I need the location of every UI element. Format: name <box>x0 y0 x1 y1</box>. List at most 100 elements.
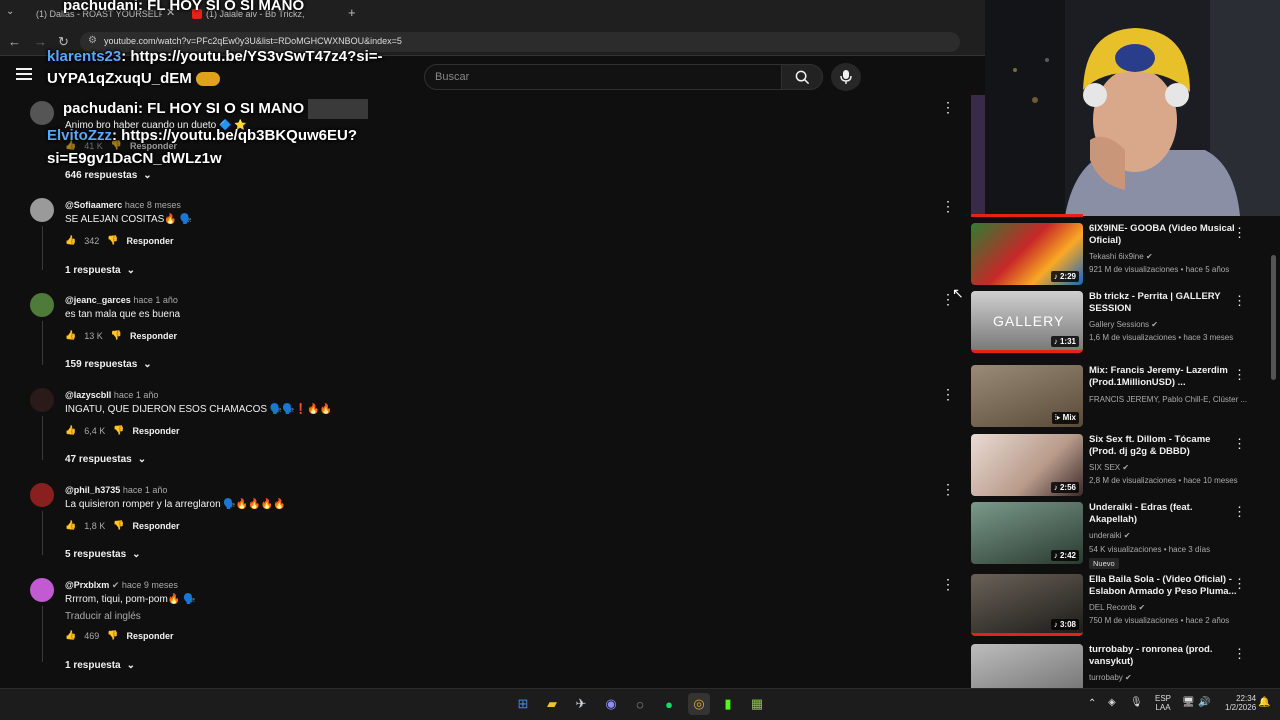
file-explorer-icon[interactable]: ▰ <box>541 693 563 715</box>
video-thumbnail[interactable]: ⫶▸ Mix <box>971 365 1083 427</box>
avatar[interactable] <box>30 101 54 125</box>
comment-author[interactable]: @jeanc_garces <box>65 295 131 305</box>
comment-time[interactable]: hace 1 año <box>123 485 168 495</box>
reply-button[interactable]: Responder <box>132 521 179 531</box>
language-indicator[interactable]: ESP LAA <box>1155 694 1171 712</box>
video-title[interactable]: Six Sex ft. Dillom - Tócame (Prod. dj g2… <box>1089 434 1237 458</box>
dislike-icon[interactable]: 👎 <box>107 630 118 641</box>
related-video[interactable]: turrobaby - ronronea (prod. vansykut) tu… <box>971 644 1271 688</box>
menu-icon[interactable] <box>16 68 32 80</box>
video-title[interactable]: Underaiki - Edras (feat. Akapellah) <box>1089 502 1237 526</box>
video-title[interactable]: Mix: Francis Jeremy- Lazerdim (Prod.1Mil… <box>1089 365 1237 389</box>
video-channel[interactable]: DEL Records ✔ <box>1089 603 1145 612</box>
notification-icon[interactable]: 🔔 <box>1258 697 1270 708</box>
spotify-icon[interactable]: ● <box>658 693 680 715</box>
comment-author[interactable]: @lazyscbll <box>65 390 111 400</box>
related-video[interactable]: ⫶▸ Mix Mix: Francis Jeremy- Lazerdim (Pr… <box>971 365 1271 429</box>
more-options-icon[interactable]: ⋮ <box>1233 367 1246 383</box>
video-thumbnail[interactable]: ♪ 2:56 <box>971 434 1083 496</box>
related-video[interactable]: ♪ 2:56 Six Sex ft. Dillom - Tócame (Prod… <box>971 434 1271 498</box>
discord-icon[interactable]: ◉ <box>600 693 622 715</box>
steam-icon[interactable]: ✈ <box>570 693 592 715</box>
avatar[interactable] <box>30 578 54 602</box>
more-options-icon[interactable]: ⋮ <box>1233 646 1246 662</box>
more-options-icon[interactable]: ⋮ <box>941 386 955 403</box>
reply-button[interactable]: Responder <box>130 331 177 341</box>
forward-arrow-icon[interactable]: → <box>34 34 47 49</box>
video-thumbnail[interactable]: ♪ 3:08 <box>971 574 1083 636</box>
dislike-icon[interactable]: 👎 <box>107 235 118 246</box>
search-input[interactable]: Buscar <box>424 64 782 90</box>
chrome-icon[interactable]: ◎ <box>688 693 710 715</box>
like-icon[interactable]: 👍 <box>65 425 76 436</box>
dislike-icon[interactable]: 👎 <box>113 425 124 436</box>
more-options-icon[interactable]: ⋮ <box>941 198 955 215</box>
comment-author[interactable]: @phil_h3735 <box>65 485 120 495</box>
back-arrow-icon[interactable]: ← <box>8 34 21 49</box>
related-video[interactable]: ♪ 2:42 Underaiki - Edras (feat. Akapella… <box>971 502 1271 570</box>
reply-button[interactable]: Responder <box>126 631 173 641</box>
like-icon[interactable]: 👍 <box>65 330 76 341</box>
comment-author[interactable]: @Sofiaamerc <box>65 200 122 210</box>
comment-time[interactable]: hace 8 meses <box>125 200 181 210</box>
avatar[interactable] <box>30 198 54 222</box>
avatar[interactable] <box>30 388 54 412</box>
voice-search-button[interactable] <box>831 63 861 91</box>
volume-icon[interactable]: 🔊 <box>1198 697 1210 708</box>
like-icon[interactable]: 👍 <box>65 630 76 641</box>
site-info-icon[interactable]: ⚙ <box>88 35 97 46</box>
video-channel[interactable]: Tekashi 6ix9ine ✔ <box>1089 252 1153 261</box>
video-thumbnail-partial[interactable] <box>971 95 985 215</box>
windows-start-icon[interactable]: ⊞ <box>512 693 534 715</box>
search-button[interactable] <box>781 64 823 90</box>
video-title[interactable]: 6IX9INE- GOOBA (Video Musical Oficial) <box>1089 223 1237 247</box>
tray-app-icon[interactable]: ◈ <box>1108 697 1116 708</box>
video-thumbnail[interactable]: ♪ 2:29 <box>971 223 1083 285</box>
kick-icon[interactable]: ▮ <box>717 693 739 715</box>
more-options-icon[interactable]: ⋮ <box>941 576 955 593</box>
related-video[interactable]: ♪ 2:29 6IX9INE- GOOBA (Video Musical Ofi… <box>971 223 1271 287</box>
more-options-icon[interactable]: ⋮ <box>1233 576 1246 592</box>
tab-search-icon[interactable]: ⌄ <box>6 6 14 17</box>
video-title[interactable]: Bb trickz - Perrita | GALLERY SESSION <box>1089 291 1237 315</box>
avatar[interactable] <box>30 293 54 317</box>
view-replies-button[interactable]: 1 respuesta ⌄ <box>65 265 135 276</box>
like-icon[interactable]: 👍 <box>65 235 76 246</box>
dislike-icon[interactable]: 👎 <box>111 330 122 341</box>
comment-time[interactable]: hace 9 meses <box>122 580 178 590</box>
more-options-icon[interactable]: ⋮ <box>941 481 955 498</box>
video-channel[interactable]: SIX SEX ✔ <box>1089 463 1129 472</box>
reply-button[interactable]: Responder <box>132 426 179 436</box>
new-tab-button[interactable]: + <box>348 5 356 20</box>
app-icon[interactable]: ◌ <box>629 693 651 715</box>
network-icon[interactable]: 🖥 <box>1182 697 1195 708</box>
comment-time[interactable]: hace 1 año <box>133 295 178 305</box>
video-channel[interactable]: underaiki ✔ <box>1089 531 1130 540</box>
related-video[interactable]: GALLERY ♪ 1:31 Bb trickz - Perrita | GAL… <box>971 291 1271 355</box>
view-replies-button[interactable]: 159 respuestas ⌄ <box>65 359 152 370</box>
video-thumbnail[interactable] <box>971 644 1083 688</box>
translate-link[interactable]: Traducir al inglés <box>65 611 141 622</box>
more-options-icon[interactable]: ⋮ <box>1233 504 1246 520</box>
comment-author[interactable]: @Prxblxm <box>65 580 109 590</box>
scrollbar-thumb[interactable] <box>1271 255 1276 380</box>
view-replies-button[interactable]: 1 respuesta ⌄ <box>65 660 135 671</box>
reply-button[interactable]: Responder <box>126 236 173 246</box>
related-video[interactable]: ♪ 3:08 Ella Baila Sola - (Video Oficial)… <box>971 574 1271 638</box>
tray-overflow-icon[interactable]: ⌃ <box>1088 698 1096 709</box>
more-options-icon[interactable]: ⋮ <box>1233 293 1246 309</box>
video-thumbnail[interactable]: GALLERY ♪ 1:31 <box>971 291 1083 353</box>
more-options-icon[interactable]: ⋮ <box>941 99 955 116</box>
clock[interactable]: 22:34 1/2/2026 <box>1225 694 1256 712</box>
video-channel[interactable]: FRANCIS JEREMY, Pablo Chill-E, Clúster .… <box>1089 395 1247 404</box>
view-replies-button[interactable]: 47 respuestas ⌄ <box>65 454 146 465</box>
microphone-tray-icon[interactable]: 🎙 <box>1130 697 1143 708</box>
video-thumbnail[interactable]: ♪ 2:42 <box>971 502 1083 564</box>
minecraft-icon[interactable]: ▦ <box>746 693 768 715</box>
more-options-icon[interactable]: ⋮ <box>1233 225 1246 241</box>
like-icon[interactable]: 👍 <box>65 520 76 531</box>
comment-time[interactable]: hace 1 año <box>114 390 159 400</box>
video-channel[interactable]: Gallery Sessions ✔ <box>1089 320 1158 329</box>
more-options-icon[interactable]: ⋮ <box>1233 436 1246 452</box>
video-channel[interactable]: turrobaby ✔ <box>1089 673 1132 682</box>
